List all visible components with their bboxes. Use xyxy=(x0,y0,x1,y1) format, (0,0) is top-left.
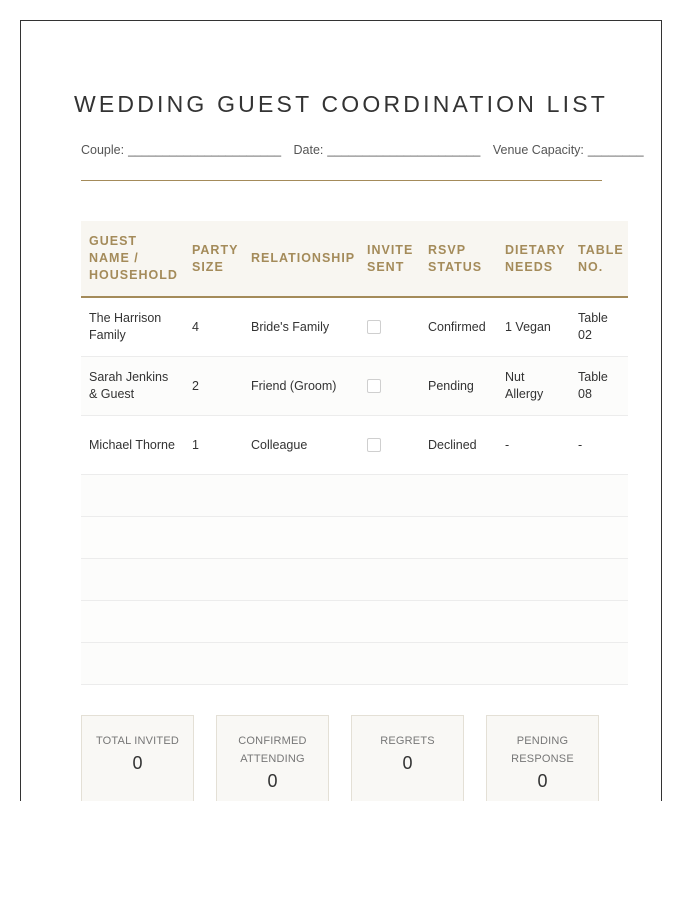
summary-label: CONFIRMED ATTENDING xyxy=(238,735,307,765)
summary-value: 0 xyxy=(267,771,278,791)
table-number-cell: - xyxy=(570,415,628,475)
empty-table-row[interactable] xyxy=(81,600,628,643)
column-header-relationship: RELATIONSHIP xyxy=(243,221,359,298)
summary-label: REGRETS xyxy=(380,735,435,747)
couple-field[interactable]: ______________________ xyxy=(128,143,281,157)
header-fields: Couple: ______________________ Date: _____… xyxy=(81,143,644,157)
page-title: WEDDING GUEST COORDINATION LIST xyxy=(73,91,609,117)
summary-label: TOTAL INVITED xyxy=(95,735,180,747)
summary-value: 0 xyxy=(132,753,143,773)
empty-table-row[interactable] xyxy=(81,642,628,685)
empty-table-row[interactable] xyxy=(81,558,628,601)
invite-sent-cell xyxy=(359,415,420,475)
table-row: Sarah Jenkins & Guest 2 Friend (Groom) P… xyxy=(81,356,628,416)
column-header-table-no: TABLE NO. xyxy=(570,221,628,298)
table-number-cell: Table 02 xyxy=(570,297,628,357)
dietary-needs-cell: - xyxy=(497,415,570,475)
venue-capacity-label: Venue Capacity: xyxy=(492,143,584,157)
summary-label: PENDING RESPONSE xyxy=(511,735,574,765)
table-row: The Harrison Family 4 Bride's Family Con… xyxy=(81,297,628,357)
rsvp-status-cell: Pending xyxy=(420,356,497,416)
invite-sent-checkbox[interactable] xyxy=(367,379,381,394)
guest-list-sheet: WEDDING GUEST COORDINATION LIST Couple: _… xyxy=(20,20,662,801)
invite-sent-cell xyxy=(359,356,420,416)
venue-capacity-field[interactable]: ________ xyxy=(588,143,644,157)
empty-table-row[interactable] xyxy=(81,516,628,559)
couple-label: Couple: xyxy=(81,143,125,157)
summary-value: 0 xyxy=(537,771,548,791)
header-divider xyxy=(81,180,602,181)
relationship-cell: Friend (Groom) xyxy=(243,356,359,416)
table-row: Michael Thorne 1 Colleague Declined - - xyxy=(81,415,628,475)
summary-card-regrets: REGRETS 0 xyxy=(351,715,464,801)
rsvp-status-cell: Declined xyxy=(420,415,497,475)
summary-card-confirmed-attending: CONFIRMED ATTENDING 0 xyxy=(216,715,329,801)
summary-value: 0 xyxy=(402,753,413,773)
party-size-cell: 2 xyxy=(184,356,243,416)
date-label: Date: xyxy=(293,143,324,157)
invite-sent-checkbox[interactable] xyxy=(367,320,381,335)
summary-card-pending-response: PENDING RESPONSE 0 xyxy=(486,715,599,801)
column-header-rsvp-status: RSVP STATUS xyxy=(420,221,497,298)
column-header-guest-name: GUEST NAME / HOUSEHOLD xyxy=(81,221,184,298)
column-header-invite-sent: INVITE SENT xyxy=(359,221,420,298)
invite-sent-cell xyxy=(359,297,420,357)
guest-name-cell: The Harrison Family xyxy=(81,297,184,357)
dietary-needs-cell: Nut Allergy xyxy=(497,356,570,416)
party-size-cell: 4 xyxy=(184,297,243,357)
column-header-party-size: PARTY SIZE xyxy=(184,221,243,298)
rsvp-status-cell: Confirmed xyxy=(420,297,497,357)
relationship-cell: Bride's Family xyxy=(243,297,359,357)
guest-name-cell: Michael Thorne xyxy=(81,415,184,475)
guest-table: GUEST NAME / HOUSEHOLD PARTY SIZE RELATI… xyxy=(81,221,628,685)
summary-card-total-invited: TOTAL INVITED 0 xyxy=(81,715,194,801)
table-header-row: GUEST NAME / HOUSEHOLD PARTY SIZE RELATI… xyxy=(81,221,628,298)
party-size-cell: 1 xyxy=(184,415,243,475)
guest-name-cell: Sarah Jenkins & Guest xyxy=(81,356,184,416)
empty-table-row[interactable] xyxy=(81,474,628,517)
invite-sent-checkbox[interactable] xyxy=(367,438,381,453)
table-number-cell: Table 08 xyxy=(570,356,628,416)
column-header-dietary-needs: DIETARY NEEDS xyxy=(497,221,570,298)
relationship-cell: Colleague xyxy=(243,415,359,475)
date-field[interactable]: ______________________ xyxy=(327,143,480,157)
dietary-needs-cell: 1 Vegan xyxy=(497,297,570,357)
